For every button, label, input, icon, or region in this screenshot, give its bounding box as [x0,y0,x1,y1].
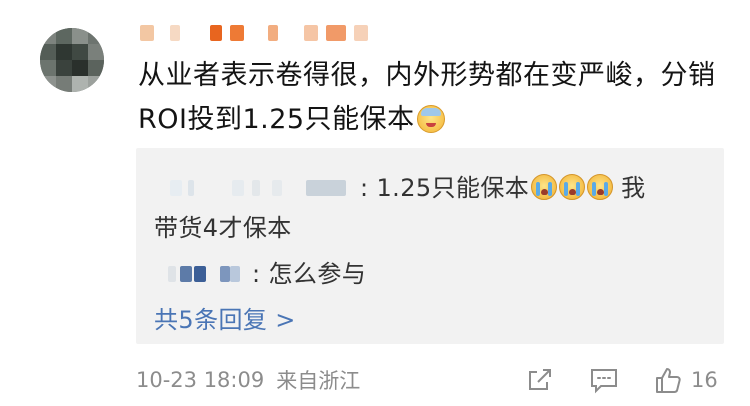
crying-face-icon [531,174,558,200]
comment-actions: 16 [525,364,718,396]
more-replies-link[interactable]: 共5条回复 > [154,300,296,335]
reply-box[interactable]: : 1.25只能保本 我 带货4才保本 : 怎么参与 共5条回复 > [136,148,724,344]
timestamp: 10-23 18:09 [136,368,265,392]
like-count: 16 [691,368,718,392]
reply-1-username[interactable] [154,178,360,200]
comment-text: 从业者表示卷得很，内外形势都在变严峻，分销ROI投到1.25只能保本 [138,54,730,142]
reply-1-text-c: 带货4才保本 [154,214,292,242]
share-icon[interactable] [525,365,555,395]
sick-face-emoji-icon [416,105,445,133]
crying-face-icon [559,174,586,200]
reply-1-text-a: : 1.25只能保本 [360,174,530,202]
username[interactable] [140,18,380,48]
reply-2[interactable]: : 怎么参与 [154,254,366,289]
reply-2-username[interactable] [154,264,252,286]
reply-1[interactable]: : 1.25只能保本 我 [154,168,646,203]
reply-1-continued: 带货4才保本 [154,208,292,243]
reply-2-text: : 怎么参与 [252,260,367,288]
crying-face-icon [587,174,614,200]
reply-1-text-b: 我 [613,174,646,202]
location: 来自浙江 [276,369,361,393]
avatar[interactable] [40,28,104,92]
comment-icon[interactable] [589,365,619,395]
thumbs-up-icon[interactable] [653,365,683,395]
